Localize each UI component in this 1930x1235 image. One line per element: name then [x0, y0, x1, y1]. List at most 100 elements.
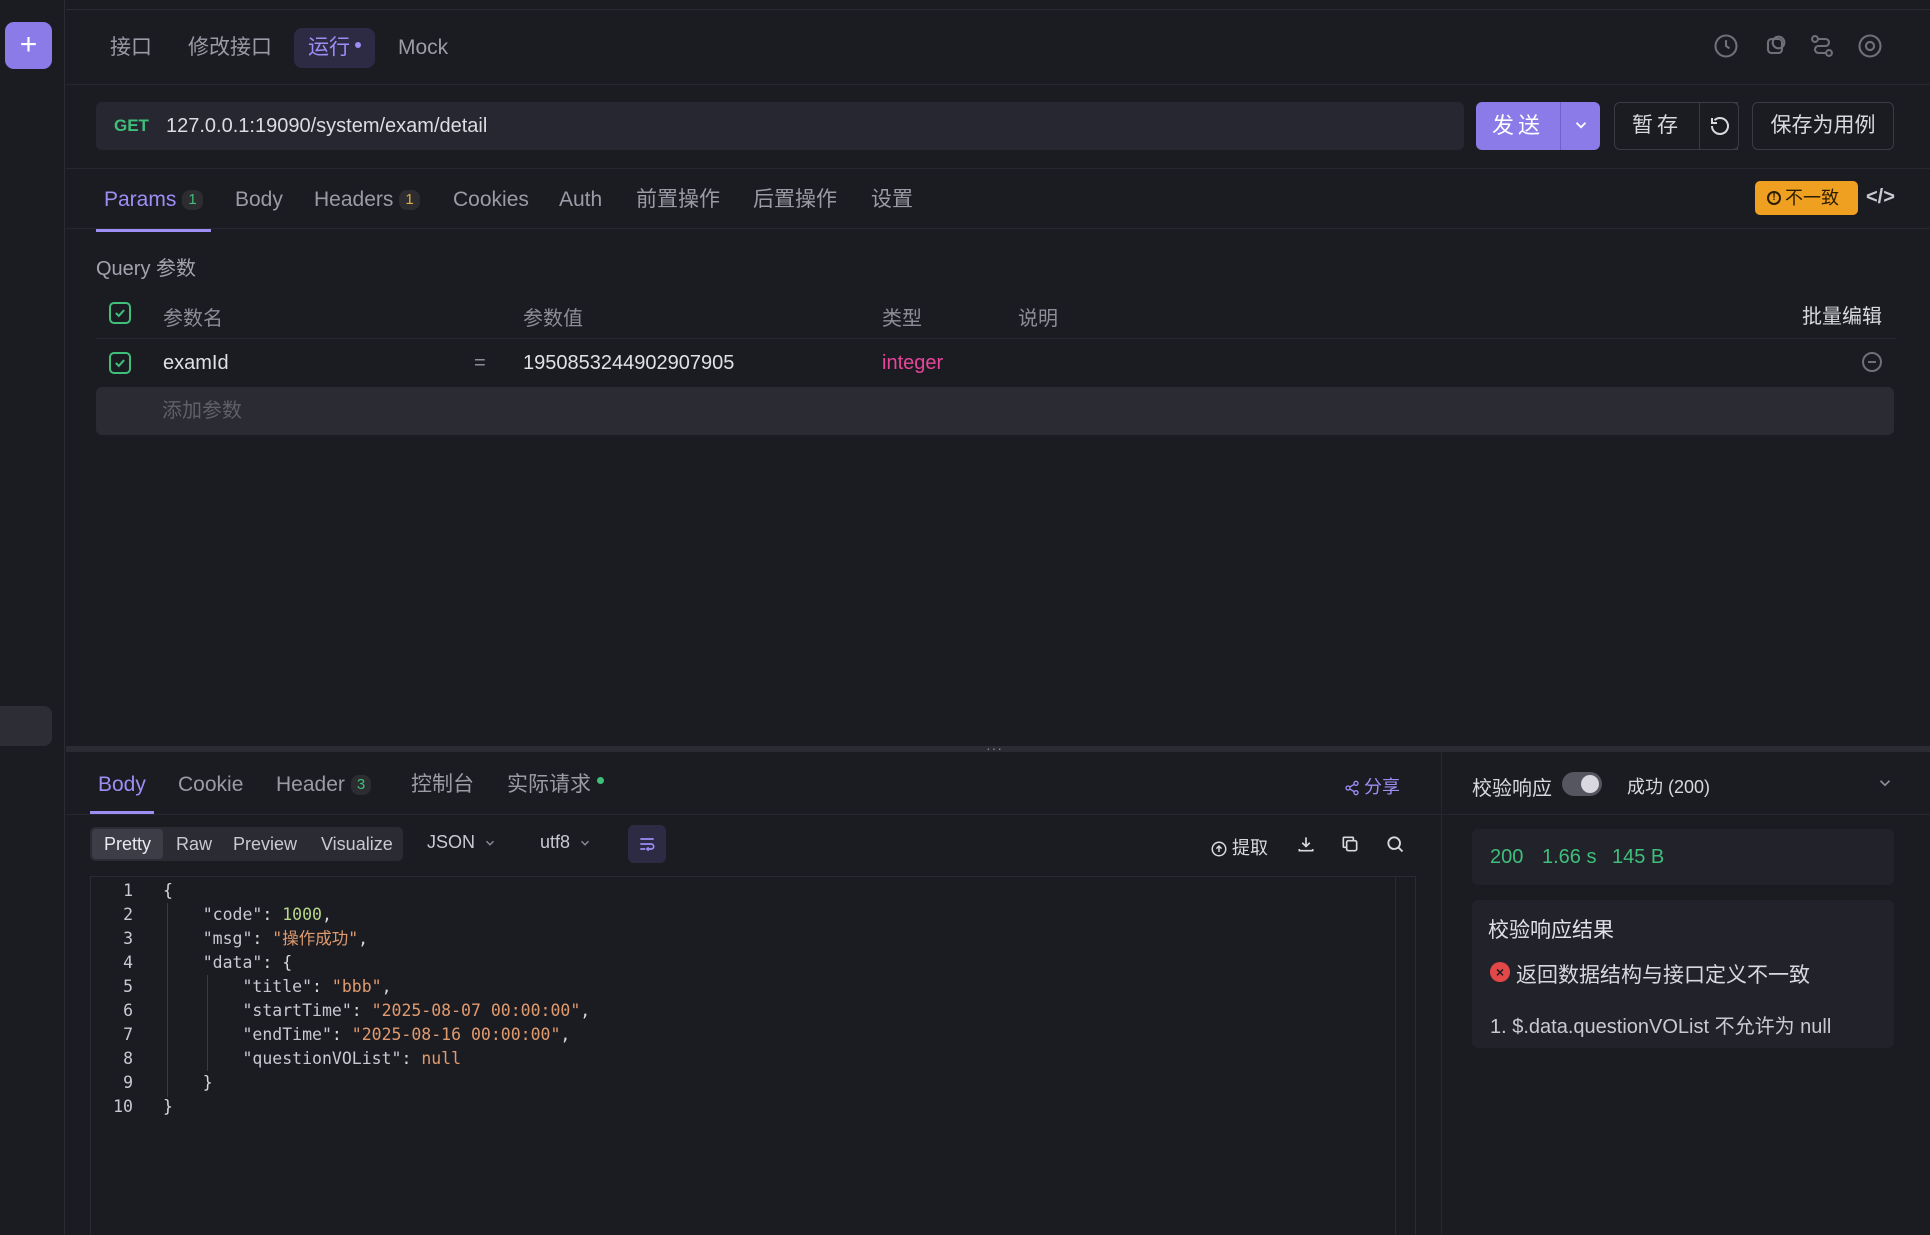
tab-interface[interactable]: 接口 — [110, 28, 152, 68]
validate-toggle[interactable] — [1562, 772, 1602, 796]
code-line: 7 "endTime": "2025-08-16 00:00:00", — [123, 1025, 571, 1044]
tab-settings[interactable]: 设置 — [871, 188, 913, 232]
code-line: 3 "msg": "操作成功", — [123, 929, 369, 948]
send-button[interactable]: 发送 — [1476, 102, 1600, 150]
chevron-down-icon — [1575, 122, 1587, 129]
res-tab-console[interactable]: 控制台 — [411, 772, 474, 814]
share-icon — [1345, 780, 1359, 796]
revert-icon — [1711, 117, 1729, 135]
col-header-desc: 说明 — [1018, 308, 1058, 330]
left-rail: + — [0, 0, 65, 1235]
res-tab-cookie[interactable]: Cookie — [178, 772, 243, 814]
param-value[interactable]: 1950853244902907905 — [523, 352, 734, 375]
view-visualize[interactable]: Visualize — [309, 829, 405, 859]
url-input[interactable]: 127.0.0.1:19090/system/exam/detail — [166, 102, 487, 150]
tab-body[interactable]: Body — [235, 188, 283, 232]
extract-label: 提取 — [1232, 838, 1268, 858]
indent-guide — [207, 975, 208, 1071]
view-mode-segment: Pretty Raw Preview Visualize — [90, 827, 403, 861]
res-tab-actual-request[interactable]: 实际请求 — [507, 772, 604, 814]
copy-icon[interactable] — [1340, 834, 1360, 854]
share-button[interactable]: 分享 — [1344, 773, 1400, 799]
remove-param-icon[interactable] — [1862, 352, 1882, 372]
batch-edit-button[interactable]: 批量编辑 — [1802, 300, 1882, 329]
code-line: 10} — [113, 1097, 173, 1116]
validation-error: 返回数据结构与接口定义不一致 — [1516, 964, 1810, 987]
res-tab-actual-request-label: 实际请求 — [507, 773, 591, 796]
tab-post-operations[interactable]: 后置操作 — [753, 188, 837, 232]
code-line: 6 "startTime": "2025-08-07 00:00:00", — [123, 1001, 591, 1020]
response-body-viewer[interactable]: 1{ 2 "code": 1000, 3 "msg": "操作成功", 4 "d… — [90, 876, 1416, 1235]
tab-headers[interactable]: Headers 1 — [314, 188, 420, 232]
flow-icon[interactable] — [1808, 32, 1836, 60]
code-line: 8 "questionVOList": null — [123, 1049, 462, 1068]
view-raw[interactable]: Raw — [164, 829, 224, 859]
upload-icon — [1211, 841, 1227, 857]
divider — [66, 84, 1930, 85]
select-all-checkbox[interactable] — [109, 302, 131, 324]
code-line: 2 "code": 1000, — [123, 905, 332, 924]
code-icon[interactable]: </> — [1866, 186, 1895, 209]
mismatch-badge[interactable]: ! 不一致 — [1755, 181, 1858, 215]
code-line: 9 } — [123, 1073, 213, 1092]
code-line: 5 "title": "bbb", — [123, 977, 392, 996]
res-tab-body[interactable]: Body — [90, 772, 154, 814]
tab-edit-interface[interactable]: 修改接口 — [188, 28, 272, 68]
headers-count-badge: 1 — [399, 190, 420, 211]
history-icon[interactable] — [1712, 32, 1740, 60]
res-tab-header[interactable]: Header 3 — [276, 772, 372, 814]
extract-button[interactable]: 提取 — [1210, 834, 1268, 860]
status-dot — [597, 776, 604, 784]
param-name[interactable]: examId — [163, 352, 229, 375]
param-type[interactable]: integer — [882, 352, 943, 375]
format-select[interactable]: JSON — [427, 832, 497, 853]
params-count-badge: 1 — [182, 190, 203, 211]
wrap-icon — [640, 838, 655, 852]
res-header-count-badge: 3 — [350, 775, 372, 796]
tab-params-label: Params — [104, 188, 177, 211]
view-preview[interactable]: Preview — [221, 829, 309, 859]
response-time: 1.66 s — [1542, 846, 1597, 868]
tab-cookies[interactable]: Cookies — [453, 188, 529, 232]
tab-mock[interactable]: Mock — [398, 28, 448, 68]
copy-shapes-icon[interactable] — [1761, 32, 1789, 60]
mismatch-label: 不一致 — [1785, 188, 1839, 208]
chevron-down-icon[interactable] — [1876, 774, 1894, 798]
view-pretty[interactable]: Pretty — [92, 829, 164, 859]
response-metrics: 200 1.66 s 145 B — [1472, 829, 1894, 885]
scrollbar[interactable] — [1395, 877, 1415, 1235]
col-header-value: 参数值 — [523, 308, 583, 330]
revert-button[interactable] — [1699, 102, 1739, 150]
tab-run[interactable]: 运行 — [294, 28, 375, 68]
tab-auth[interactable]: Auth — [559, 188, 602, 232]
drag-handle-icon[interactable]: ··· — [986, 740, 1003, 756]
divider — [66, 814, 1441, 815]
response-size: 145 B — [1612, 846, 1665, 868]
send-dropdown[interactable] — [1560, 102, 1600, 150]
code-line: 4 "data": { — [123, 953, 293, 972]
method-select[interactable]: GET — [114, 102, 149, 150]
query-params-title: Query 参数 — [96, 258, 197, 280]
tab-params[interactable]: Params 1 — [96, 188, 211, 232]
share-label: 分享 — [1364, 777, 1400, 797]
encoding-select[interactable]: utf8 — [540, 832, 592, 853]
url-bar[interactable]: GET 127.0.0.1:19090/system/exam/detail — [96, 102, 1464, 150]
download-icon[interactable] — [1296, 834, 1316, 854]
wrap-lines-button[interactable] — [628, 825, 666, 863]
save-as-case-button[interactable]: 保存为用例 — [1752, 102, 1894, 150]
validation-result-title: 校验响应结果 — [1488, 919, 1614, 942]
error-icon: × — [1490, 962, 1510, 982]
add-param-row[interactable]: 添加参数 — [96, 387, 1894, 435]
format-label: JSON — [427, 832, 476, 852]
add-button[interactable]: + — [5, 22, 52, 69]
tab-pre-operations[interactable]: 前置操作 — [636, 188, 720, 232]
settings-icon[interactable] — [1856, 32, 1884, 60]
validation-detail: 1. $.data.questionVOList 不允许为 null — [1490, 1016, 1832, 1038]
encoding-label: utf8 — [540, 832, 571, 852]
search-icon[interactable] — [1385, 834, 1405, 854]
param-enable-checkbox[interactable] — [109, 352, 131, 374]
expected-status-select[interactable]: 成功 (200) — [1627, 773, 1710, 799]
chevron-down-icon — [581, 841, 590, 846]
rail-item[interactable] — [0, 706, 52, 746]
indent-guide — [167, 903, 168, 1097]
